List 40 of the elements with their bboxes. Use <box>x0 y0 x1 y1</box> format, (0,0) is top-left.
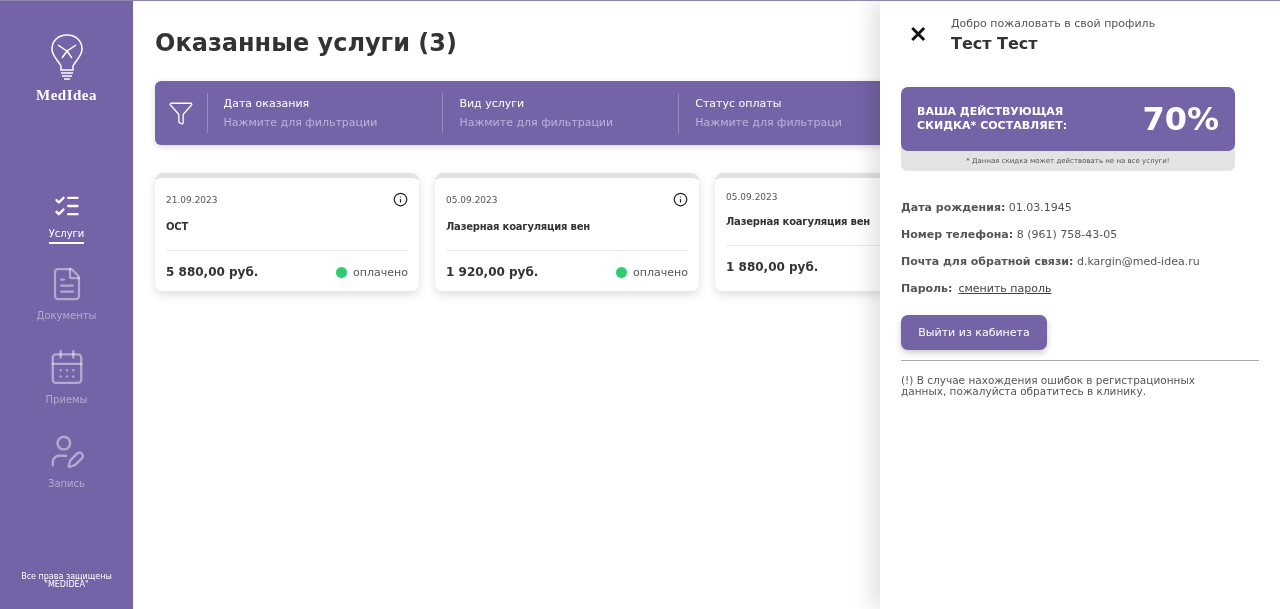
user-name: Тест Тест <box>951 34 1039 53</box>
profile-field: Почта для обратной связи: d.kargin@med-idea.ru <box>901 255 1259 268</box>
filter-field[interactable]: Нажмите для фильтраци <box>695 116 880 129</box>
service-date: 21.09.2023 <box>166 194 218 205</box>
discount-value: 70% <box>1142 100 1219 138</box>
payment-status: оплачено <box>353 265 408 279</box>
page-title: Оказанные услуги (3) <box>155 29 458 57</box>
service-price: 1 880,00 руб. <box>726 260 819 274</box>
filter-field[interactable]: Нажмите для фильтрации <box>223 116 443 129</box>
copyright-text: Все права защищены "MEDIDEA" <box>21 573 112 589</box>
lightbulb-logo-icon <box>49 33 84 83</box>
profile-field: Дата рождения: 01.03.1945 <box>901 201 1259 214</box>
nav-item[interactable]: Приемы <box>45 348 88 410</box>
payment-status: оплачено <box>633 265 688 279</box>
field-label: Пароль: <box>901 282 953 295</box>
nav-item[interactable]: Запись <box>47 432 86 494</box>
logout-button[interactable]: Выйти из кабинета <box>901 315 1047 350</box>
service-date: 05.09.2023 <box>726 192 778 202</box>
info-icon[interactable] <box>673 192 688 207</box>
filter-label: Дата оказания <box>223 97 311 110</box>
discount-label: ВАША ДЕЙСТВУЮЩАЯ СКИДКА* СОСТАВЛЯЕТ: <box>917 104 1068 134</box>
filter-icon <box>167 100 194 126</box>
service-name: Лазерная коагуляция вен <box>446 221 591 232</box>
service-price: 1 920,00 руб. <box>446 265 539 279</box>
filter-label: Статус оплаты <box>695 97 783 110</box>
service-name: ОСТ <box>166 221 190 232</box>
service-price: 5 880,00 руб. <box>166 265 259 279</box>
close-button[interactable]: ✕ <box>909 22 927 48</box>
change-password-link[interactable]: сменить пароль <box>958 282 1052 295</box>
greeting-text: Добро пожаловать в свой профиль <box>951 17 1156 30</box>
notice-text: (!) В случае нахождения ошибок в регистрационных данных, пожалуйста обратитесь в клинику. <box>901 375 1196 398</box>
filter-label: Вид услуги <box>459 97 526 110</box>
info-icon[interactable] <box>393 192 408 207</box>
nav-item[interactable]: Услуги <box>48 192 85 244</box>
service-date: 05.09.2023 <box>446 194 498 205</box>
profile-field: Номер телефона: 8 (961) 758-43-05 <box>901 228 1259 241</box>
filter-field[interactable]: Нажмите для фильтрации <box>459 116 679 129</box>
service-name: Лазерная коагуляция вен <box>726 216 871 227</box>
nav-item[interactable]: Документы <box>36 266 97 326</box>
logo-text: MedIdea <box>36 87 97 104</box>
